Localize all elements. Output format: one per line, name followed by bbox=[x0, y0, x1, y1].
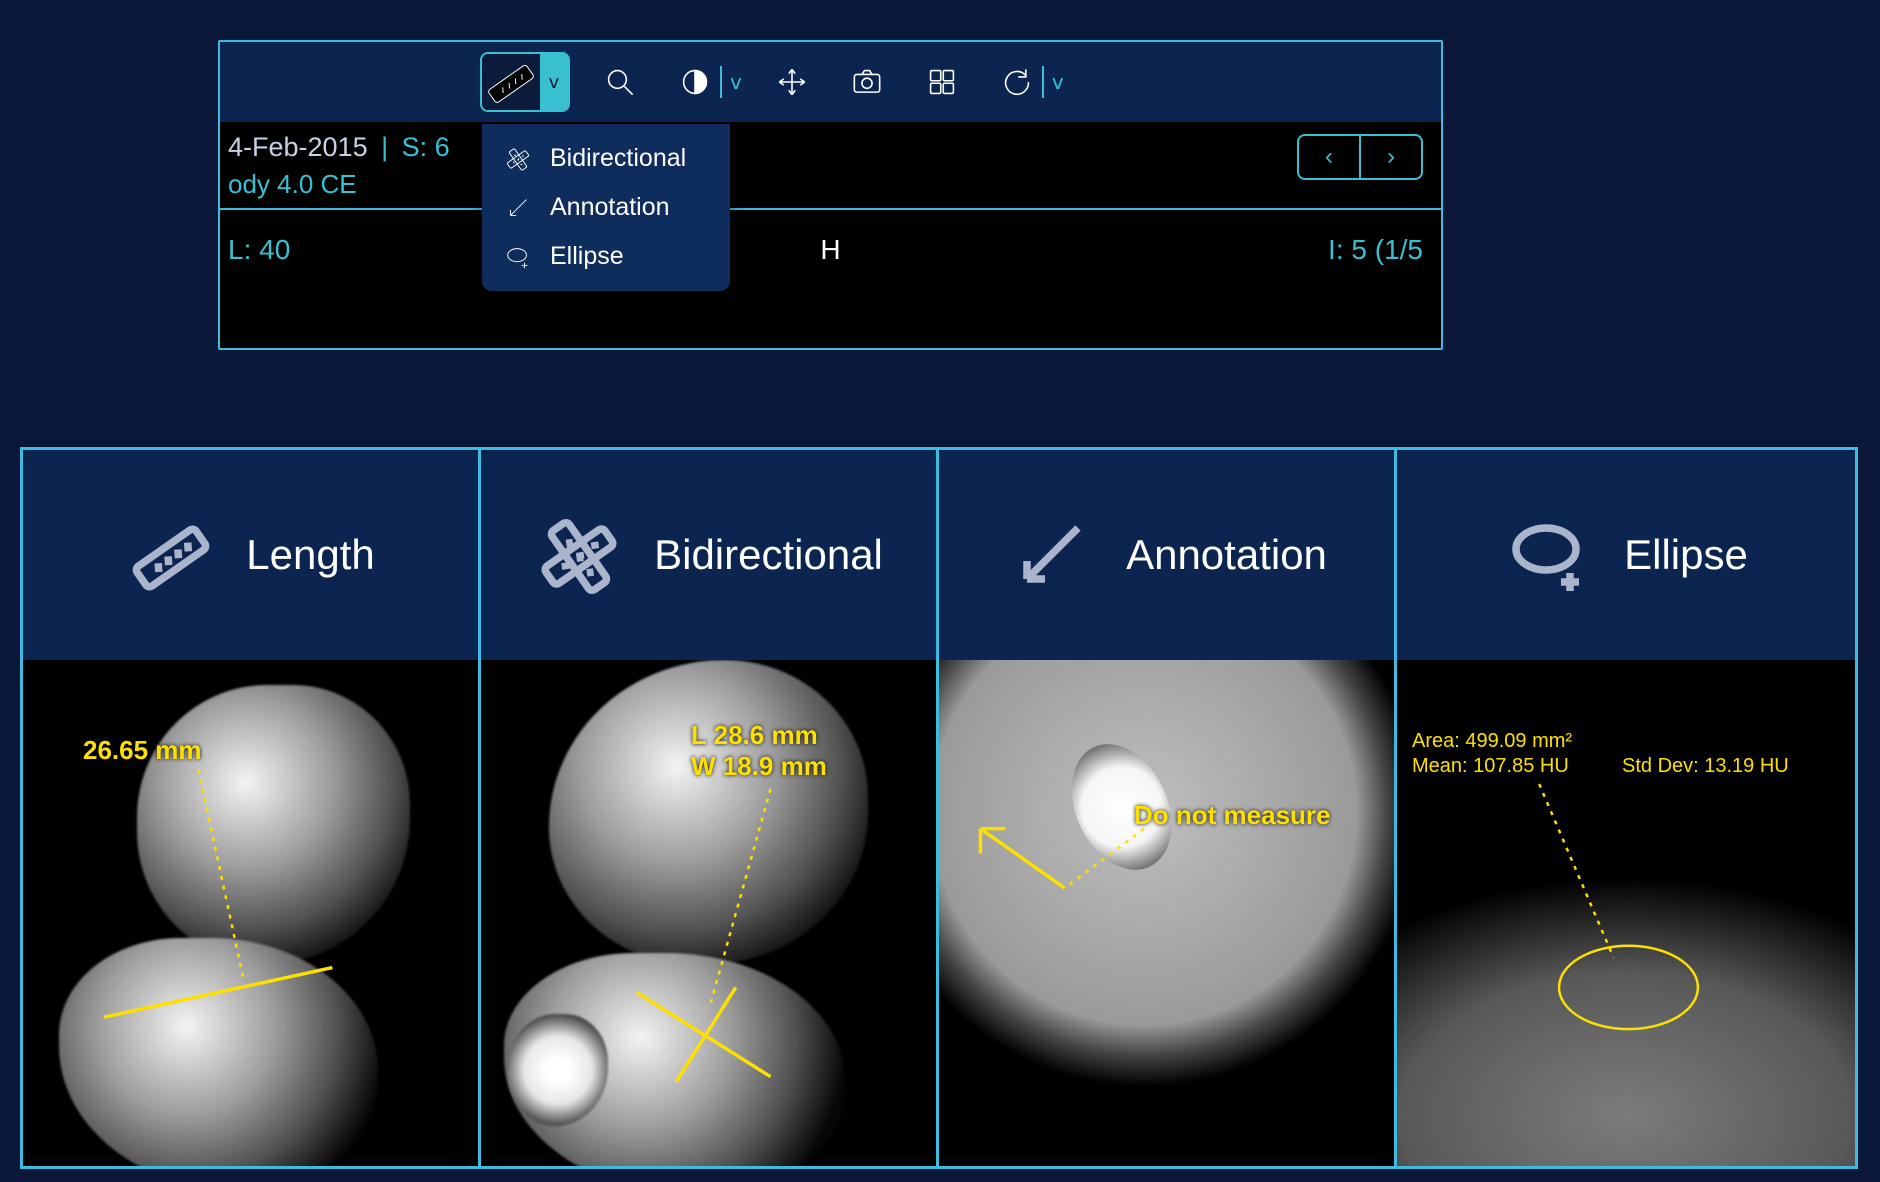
bidirectional-icon bbox=[504, 145, 532, 173]
cell-scan: Area: 499.09 mm² Mean: 107.85 HU Std Dev… bbox=[1397, 660, 1855, 1166]
layout-button[interactable] bbox=[917, 57, 967, 107]
measure-tool-active[interactable]: ⅴ bbox=[480, 52, 570, 112]
cell-length: Length 26.65 mm bbox=[23, 450, 481, 1166]
viewer-panel: ⅴ ⅴ ⅴ Bidirectional Annotation Ellipse bbox=[218, 40, 1443, 350]
cell-scan: Do not measure bbox=[939, 660, 1394, 1166]
cell-ellipse: Ellipse Area: 499.09 mm² Mean: 107.85 HU… bbox=[1397, 450, 1855, 1166]
pan-icon bbox=[773, 63, 811, 101]
ellipse-icon bbox=[504, 243, 532, 271]
dropdown-label: Bidirectional bbox=[550, 144, 686, 173]
dropdown-item-annotation[interactable]: Annotation bbox=[482, 183, 730, 232]
cell-header: Annotation bbox=[939, 450, 1394, 660]
windowing-button[interactable] bbox=[670, 57, 720, 107]
camera-icon bbox=[848, 63, 886, 101]
study-date: 4-Feb-2015 bbox=[228, 132, 368, 162]
reset-icon bbox=[998, 63, 1036, 101]
chevron-down-icon: ⅴ bbox=[1052, 70, 1064, 95]
pager-next-button[interactable]: › bbox=[1361, 136, 1421, 178]
chevron-down-icon: ⅴ bbox=[549, 72, 560, 93]
study-info-row-2: L: 40 H I: 5 (1/5 bbox=[220, 212, 1441, 272]
series-pager: ‹ › bbox=[1297, 134, 1423, 180]
zoom-button[interactable] bbox=[595, 57, 645, 107]
cell-header: Length bbox=[23, 450, 478, 660]
study-info-row-1: 4-Feb-2015 | S: 6 ody 4.0 CE ‹ › bbox=[220, 124, 1441, 210]
reset-button[interactable] bbox=[992, 57, 1042, 107]
length-overlay bbox=[23, 660, 478, 1166]
contrast-icon bbox=[676, 63, 714, 101]
cell-title: Ellipse bbox=[1624, 531, 1748, 579]
tool-examples-grid: Length 26.65 mm Bidirectional bbox=[20, 447, 1858, 1169]
annotation-overlay bbox=[939, 660, 1394, 1166]
cell-header: Bidirectional bbox=[481, 450, 936, 660]
pan-button[interactable] bbox=[767, 57, 817, 107]
dropdown-label: Ellipse bbox=[550, 242, 624, 271]
cell-title: Bidirectional bbox=[654, 531, 883, 579]
ellipse-icon bbox=[1504, 510, 1594, 600]
series-description: ody 4.0 CE bbox=[228, 169, 450, 200]
measure-dropdown: Bidirectional Annotation Ellipse bbox=[482, 124, 730, 291]
dropdown-label: Annotation bbox=[550, 193, 670, 222]
ruler-icon bbox=[126, 510, 216, 600]
cell-annotation: Annotation Do not measure bbox=[939, 450, 1397, 1166]
cell-scan: L 28.6 mm W 18.9 mm bbox=[481, 660, 936, 1166]
ruler-icon bbox=[482, 53, 540, 111]
cell-title: Length bbox=[246, 531, 374, 579]
bidirectional-icon bbox=[534, 510, 624, 600]
viewer-toolbar: ⅴ ⅴ ⅴ bbox=[220, 42, 1441, 122]
window-level: 40 bbox=[259, 234, 290, 265]
series-number: 6 bbox=[435, 132, 450, 162]
orientation-marker: H bbox=[820, 234, 840, 266]
measure-dropdown-toggle[interactable]: ⅴ bbox=[540, 54, 568, 110]
cell-title: Annotation bbox=[1126, 531, 1327, 579]
image-index: 5 (1/5 bbox=[1351, 234, 1423, 265]
cell-bidirectional: Bidirectional L 28.6 mm W 18.9 mm bbox=[481, 450, 939, 1166]
bidirectional-overlay bbox=[481, 660, 936, 1166]
ruler-tool-button[interactable] bbox=[482, 54, 540, 110]
cell-header: Ellipse bbox=[1397, 450, 1855, 660]
annotation-icon bbox=[1006, 510, 1096, 600]
windowing-dropdown-toggle[interactable]: ⅴ bbox=[720, 66, 742, 98]
dropdown-item-ellipse[interactable]: Ellipse bbox=[482, 232, 730, 281]
ellipse-overlay bbox=[1397, 660, 1855, 1166]
dropdown-item-bidirectional[interactable]: Bidirectional bbox=[482, 134, 730, 183]
chevron-down-icon: ⅴ bbox=[730, 70, 742, 95]
search-icon bbox=[601, 63, 639, 101]
annotation-icon bbox=[504, 194, 532, 222]
cell-scan: 26.65 mm bbox=[23, 660, 478, 1166]
reset-dropdown-toggle[interactable]: ⅴ bbox=[1042, 66, 1064, 98]
layout-icon bbox=[923, 63, 961, 101]
capture-button[interactable] bbox=[842, 57, 892, 107]
pager-prev-button[interactable]: ‹ bbox=[1299, 136, 1359, 178]
